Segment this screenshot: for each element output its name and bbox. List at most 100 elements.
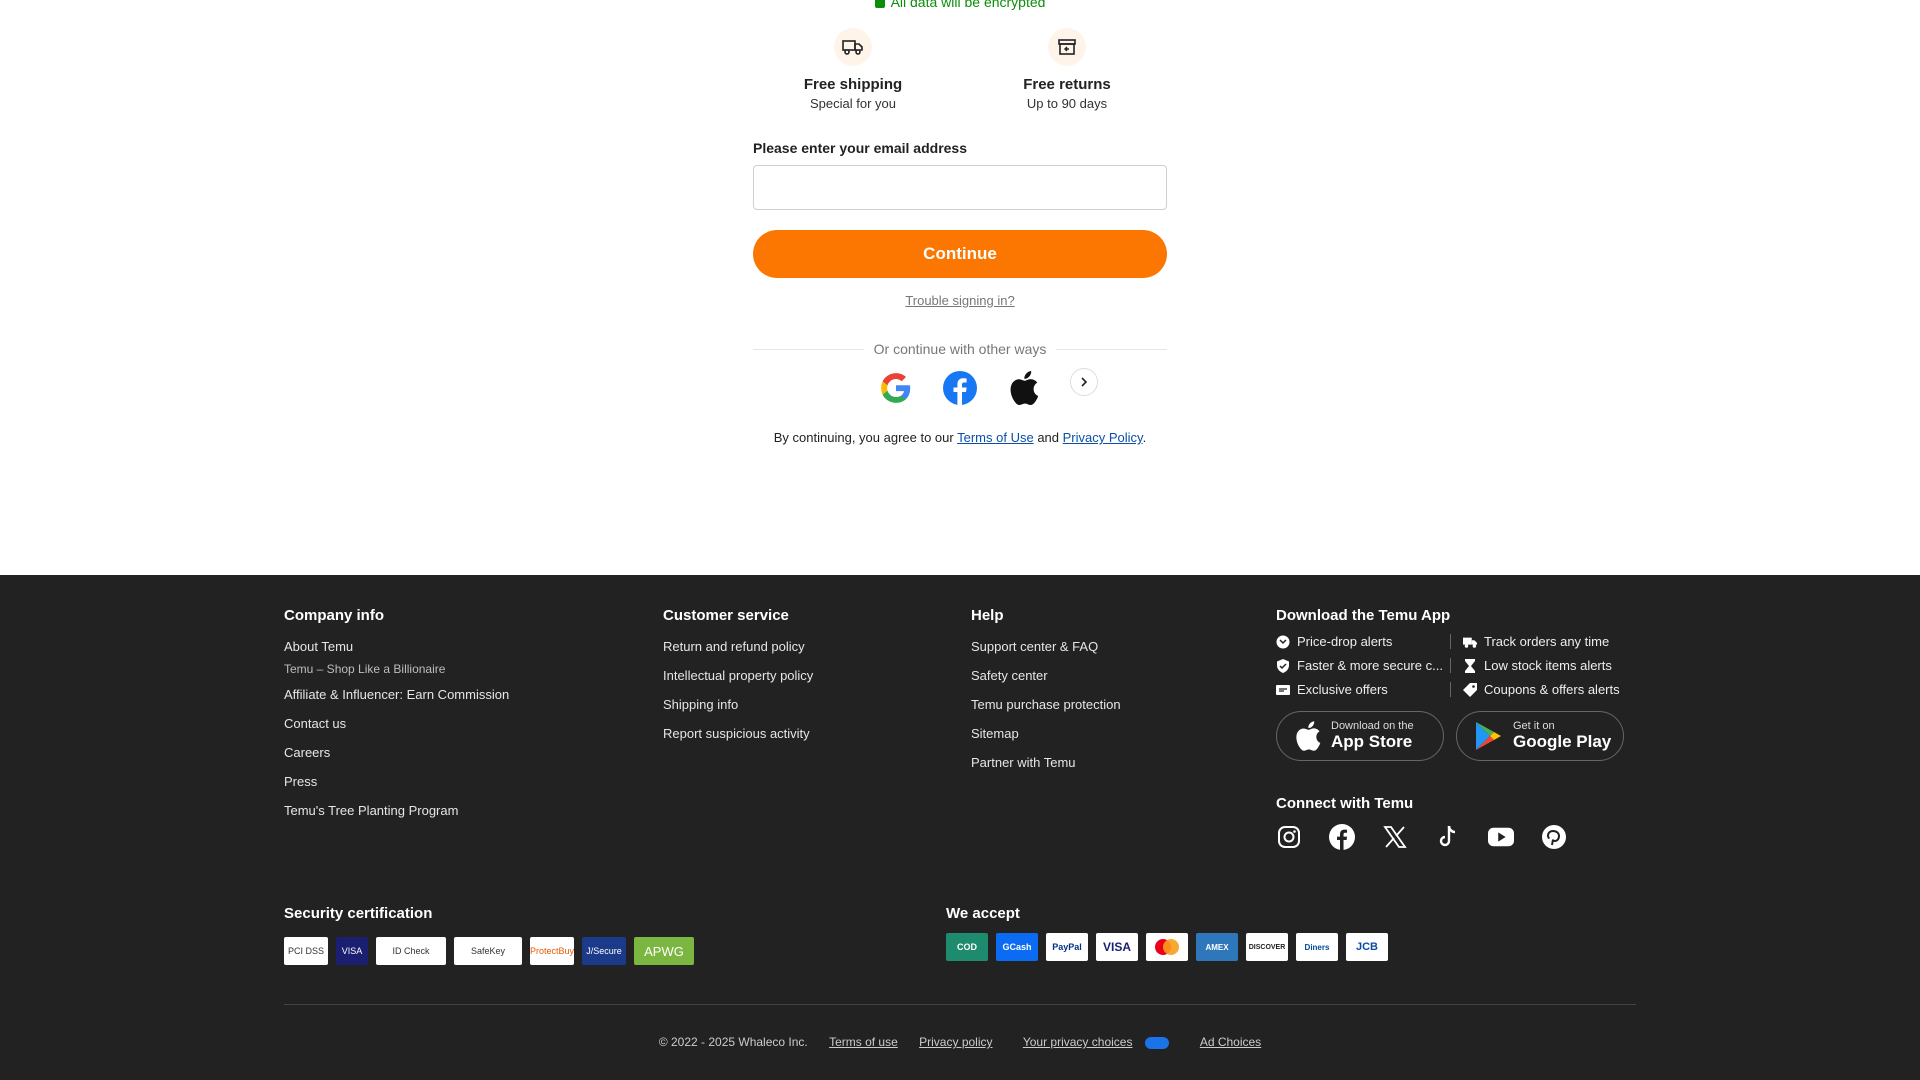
security-certification-heading: Security certification bbox=[284, 905, 433, 922]
legal-links: © 2022 - 2025 Whaleco Inc. Terms of use … bbox=[0, 1035, 1920, 1049]
sign-in-panel: All data will be encrypted Free shipping… bbox=[0, 0, 1920, 575]
cod-card: COD bbox=[946, 933, 988, 961]
benefits-row: Free shipping Special for you Free retur… bbox=[753, 28, 1167, 111]
app-feature: Price-drop alerts bbox=[1276, 634, 1456, 649]
column-heading: Download the Temu App bbox=[1276, 607, 1451, 624]
footer-link[interactable]: Return and refund policy bbox=[663, 639, 813, 654]
discover-card: DISCOVER bbox=[1246, 933, 1288, 961]
footer-link[interactable]: Sitemap bbox=[971, 726, 1121, 741]
footer-link[interactable]: Contact us bbox=[284, 716, 509, 731]
footer-link-about[interactable]: About Temu bbox=[284, 639, 509, 654]
mastercard-card bbox=[1146, 933, 1188, 961]
terms-agreement: By continuing, you agree to our Terms of… bbox=[773, 430, 1147, 445]
facebook-icon bbox=[943, 371, 977, 405]
app-feature: Low stock items alerts bbox=[1450, 658, 1636, 673]
footer-link[interactable]: Support center & FAQ bbox=[971, 639, 1121, 654]
footer-link[interactable]: Partner with Temu bbox=[971, 755, 1121, 770]
amex-safekey-badge: SafeKey bbox=[454, 937, 522, 965]
email-input[interactable] bbox=[753, 165, 1167, 210]
mastercard-icon bbox=[1155, 939, 1179, 955]
alt-login-divider: Or continue with other ways bbox=[753, 341, 1167, 357]
footer-link[interactable]: Intellectual property policy bbox=[663, 668, 813, 683]
privacy-choices-link[interactable]: Your privacy choices bbox=[1014, 1035, 1179, 1049]
benefit-free-returns: Free returns Up to 90 days bbox=[967, 28, 1167, 111]
price-drop-icon bbox=[1276, 635, 1290, 648]
pci-dss-badge: PCI DSS bbox=[284, 937, 328, 965]
terms-of-use-footer-link[interactable]: Terms of use bbox=[829, 1035, 898, 1049]
pinterest-icon[interactable] bbox=[1541, 824, 1567, 850]
footer-link[interactable]: Temu purchase protection bbox=[971, 697, 1121, 712]
column-heading: Help bbox=[971, 607, 1004, 624]
truck-icon bbox=[834, 28, 872, 66]
customer-service-column: Customer service Return and refund polic… bbox=[663, 607, 813, 755]
continue-button[interactable]: Continue bbox=[753, 230, 1167, 278]
discover-protectbuy-badge: ProtectBuy bbox=[530, 937, 574, 965]
benefit-free-shipping: Free shipping Special for you bbox=[753, 28, 953, 111]
footer: Company info About Temu Temu – Shop Like… bbox=[0, 575, 1920, 1080]
footer-divider bbox=[284, 1004, 1636, 1005]
more-login-options-button[interactable] bbox=[1070, 368, 1098, 396]
footer-link[interactable]: Press bbox=[284, 774, 509, 789]
google-login-button[interactable] bbox=[878, 370, 914, 406]
copyright: © 2022 - 2025 Whaleco Inc. bbox=[658, 1035, 808, 1049]
hourglass-icon bbox=[1465, 658, 1475, 673]
security-badges: PCI DSS VISA ID Check SafeKey ProtectBuy… bbox=[284, 937, 702, 965]
jcb-card: JCB bbox=[1346, 933, 1388, 961]
truck-icon bbox=[1463, 637, 1477, 648]
benefit-title: Free shipping bbox=[803, 76, 903, 93]
visa-secure-badge: VISA bbox=[336, 937, 368, 965]
diners-club-card: Diners bbox=[1296, 933, 1338, 961]
tiktok-icon[interactable] bbox=[1435, 824, 1461, 850]
company-info-column: Company info About Temu Temu – Shop Like… bbox=[284, 607, 509, 832]
instagram-icon[interactable] bbox=[1276, 824, 1302, 850]
benefit-subtitle: Up to 90 days bbox=[1026, 96, 1108, 111]
jcb-secure-badge: J/Secure bbox=[582, 937, 626, 965]
divider-line bbox=[753, 348, 864, 350]
chevron-right-icon bbox=[1081, 377, 1088, 387]
footer-link[interactable]: Temu's Tree Planting Program bbox=[284, 803, 509, 818]
coupon-tag-icon bbox=[1463, 682, 1477, 697]
app-feature: Faster & more secure c... bbox=[1276, 658, 1456, 673]
we-accept-heading: We accept bbox=[946, 905, 1020, 922]
youtube-icon[interactable] bbox=[1488, 824, 1514, 850]
privacy-policy-link[interactable]: Privacy Policy bbox=[1063, 430, 1143, 445]
trouble-signing-in-link[interactable]: Trouble signing in? bbox=[753, 293, 1167, 308]
social-links bbox=[1276, 824, 1636, 850]
footer-link[interactable]: Careers bbox=[284, 745, 509, 760]
apple-login-button[interactable] bbox=[1006, 370, 1042, 406]
gcash-card: GCash bbox=[996, 933, 1038, 961]
privacy-policy-footer-link[interactable]: Privacy policy bbox=[919, 1035, 992, 1049]
return-box-icon bbox=[1048, 28, 1086, 66]
google-icon bbox=[881, 373, 911, 403]
app-feature: Track orders any time bbox=[1450, 634, 1636, 649]
ad-choices-link[interactable]: Ad Choices bbox=[1200, 1035, 1261, 1049]
social-login-row bbox=[878, 368, 1098, 406]
email-label: Please enter your email address bbox=[753, 140, 967, 156]
mastercard-idcheck-badge: ID Check bbox=[376, 937, 446, 965]
lock-icon bbox=[874, 0, 885, 9]
terms-of-use-link[interactable]: Terms of Use bbox=[957, 430, 1034, 445]
google-play-button[interactable]: Get it on Google Play bbox=[1456, 711, 1624, 761]
x-twitter-icon[interactable] bbox=[1382, 824, 1408, 850]
footer-link[interactable]: Safety center bbox=[971, 668, 1121, 683]
privacy-choices-icon bbox=[1145, 1036, 1170, 1049]
column-heading: Customer service bbox=[663, 607, 789, 624]
footer-link[interactable]: Shipping info bbox=[663, 697, 813, 712]
app-store-buttons: Download on the App Store Get it on Goog… bbox=[1276, 711, 1636, 761]
footer-link[interactable]: Report suspicious activity bbox=[663, 726, 813, 741]
benefit-title: Free returns bbox=[1023, 76, 1111, 93]
connect-heading: Connect with Temu bbox=[1276, 795, 1414, 812]
divider-text: Or continue with other ways bbox=[873, 341, 1047, 357]
app-store-button[interactable]: Download on the App Store bbox=[1276, 711, 1444, 761]
help-column: Help Support center & FAQ Safety center … bbox=[971, 607, 1121, 784]
footer-link[interactable]: Affiliate & Influencer: Earn Commission bbox=[284, 687, 509, 702]
payment-methods: COD GCash PayPal VISA AMEX DISCOVER Dine… bbox=[946, 933, 1396, 961]
column-heading: Company info bbox=[284, 607, 384, 624]
facebook-login-button[interactable] bbox=[942, 370, 978, 406]
app-feature: Exclusive offers bbox=[1276, 682, 1456, 697]
app-features: Price-drop alerts Track orders any time … bbox=[1276, 634, 1636, 697]
amex-card: AMEX bbox=[1196, 933, 1238, 961]
facebook-icon[interactable] bbox=[1329, 824, 1355, 850]
ticket-icon bbox=[1276, 684, 1290, 695]
apple-icon bbox=[1010, 371, 1039, 405]
